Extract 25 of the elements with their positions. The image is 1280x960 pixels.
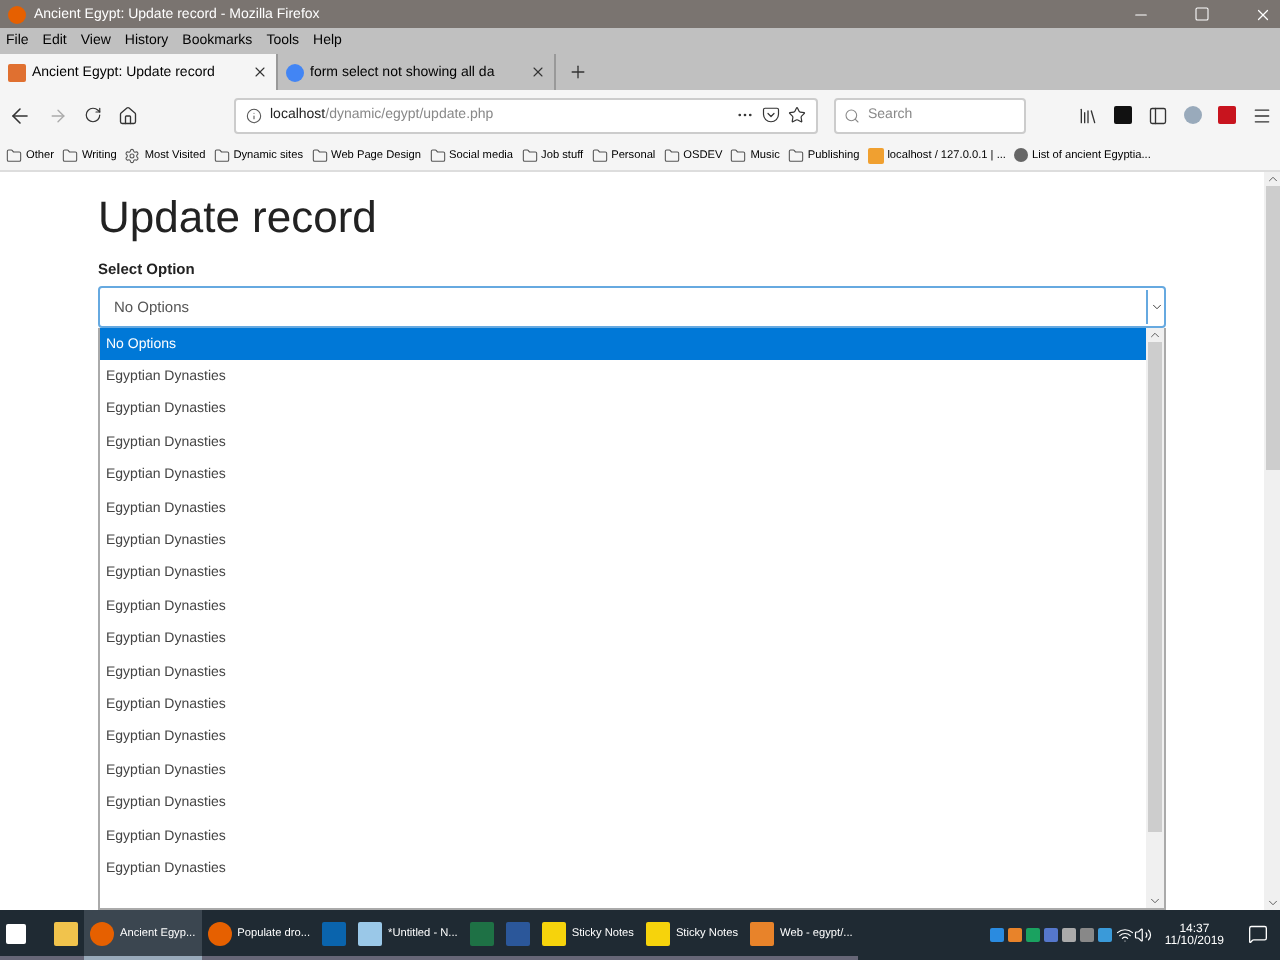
scrollbar[interactable] — [1146, 328, 1164, 908]
search-icon — [844, 107, 860, 123]
maximize-icon[interactable] — [1194, 6, 1210, 22]
back-icon[interactable] — [8, 103, 32, 127]
chevron-down-icon — [1149, 300, 1163, 314]
page-heading: Update record — [98, 192, 379, 244]
pocket-icon[interactable] — [762, 106, 780, 124]
scroll-up-icon[interactable] — [1265, 172, 1279, 186]
library-icon[interactable] — [1078, 105, 1098, 125]
menu-icon[interactable] — [1252, 105, 1272, 125]
home-icon[interactable] — [118, 105, 138, 125]
page-scrollbar[interactable] — [1264, 172, 1280, 910]
volume-icon[interactable] — [1134, 926, 1153, 944]
close-icon[interactable] — [530, 64, 546, 80]
notifications-icon[interactable] — [1248, 923, 1268, 943]
bookmark-star-icon[interactable] — [788, 106, 806, 124]
sidebar-icon[interactable] — [1148, 105, 1168, 125]
wifi-icon[interactable] — [1116, 926, 1135, 944]
close-icon[interactable] — [252, 64, 268, 80]
scroll-up-icon[interactable] — [1148, 328, 1162, 342]
scroll-down-icon[interactable] — [1148, 894, 1162, 908]
new-tab-icon[interactable] — [568, 62, 588, 82]
info-icon — [246, 107, 262, 123]
reload-icon[interactable] — [84, 106, 102, 124]
scroll-down-icon[interactable] — [1265, 896, 1279, 910]
